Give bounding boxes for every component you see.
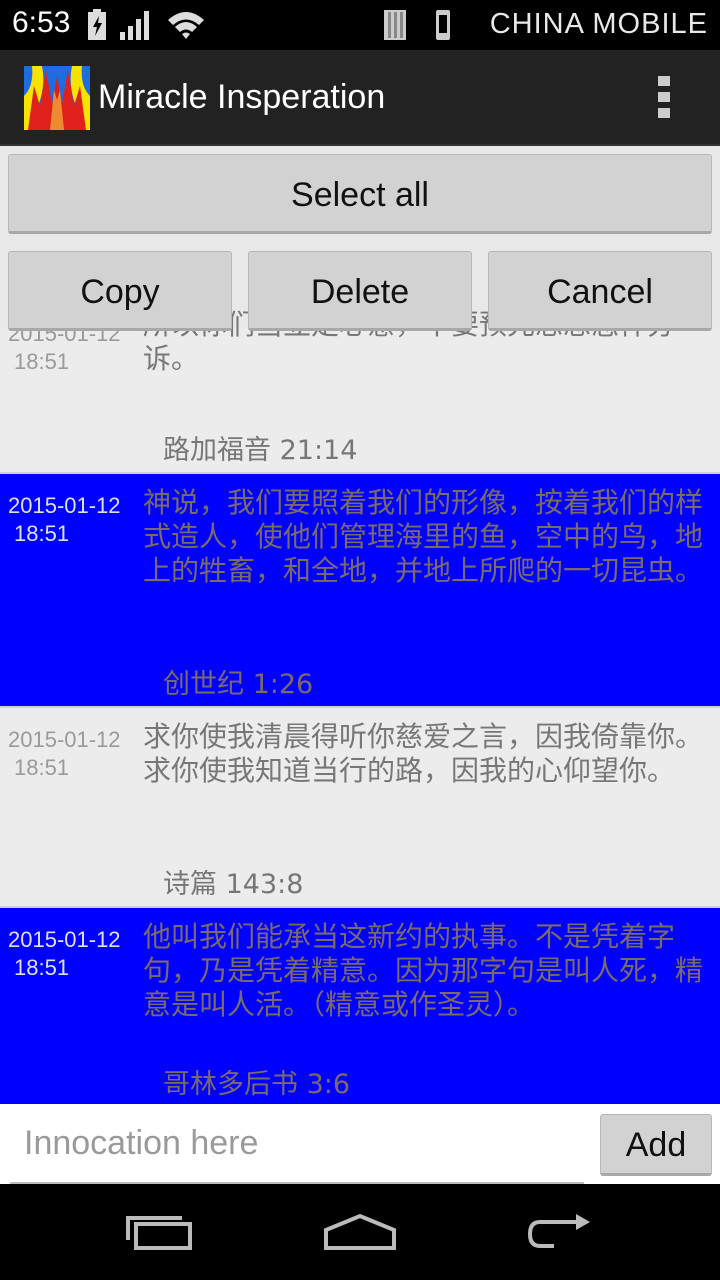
app-logo-icon[interactable]: [24, 66, 90, 130]
back-icon[interactable]: [526, 1212, 594, 1252]
entry-date: 2015-01-12: [8, 493, 121, 518]
recent-apps-icon[interactable]: [122, 1212, 194, 1252]
invocation-input[interactable]: [10, 1104, 584, 1184]
delete-button[interactable]: Delete: [248, 251, 472, 331]
entry-time: 18:51: [14, 755, 70, 780]
overflow-menu-icon[interactable]: [655, 76, 673, 122]
list-item[interactable]: 2015-01-12 18:51 求你使我清晨得听你慈爱之言，因我倚靠你。求你使…: [0, 708, 720, 908]
add-button[interactable]: Add: [600, 1114, 712, 1176]
action-bar: Miracle Insperation: [0, 50, 720, 146]
entry-reference: 创世纪 1:26: [163, 669, 314, 700]
verse-list[interactable]: 2015-01-12 18:51 所以你们当立定心意，不要预先思想怎样分诉。 路…: [0, 308, 720, 1108]
cancel-button[interactable]: Cancel: [488, 251, 712, 331]
status-bar: 6:53 CHINA MOBILE: [0, 0, 720, 50]
entry-date: 2015-01-12: [8, 727, 121, 752]
home-icon[interactable]: [322, 1212, 398, 1252]
app-title: Miracle Insperation: [98, 78, 386, 116]
entry-time: 18:51: [14, 955, 70, 980]
entry-reference: 诗篇 143:8: [163, 869, 304, 900]
status-time: 6:53: [12, 6, 71, 39]
entry-timestamp: 2015-01-12 18:51: [8, 726, 132, 782]
entry-timestamp: 2015-01-12 18:51: [8, 492, 132, 548]
copy-button[interactable]: Copy: [8, 251, 232, 331]
entry-date: 2015-01-12: [8, 927, 121, 952]
entry-time: 18:51: [14, 521, 70, 546]
sim-card-icon: [384, 10, 406, 40]
signal-icon: [120, 11, 149, 40]
battery-charging-icon: [88, 9, 106, 40]
entry-reference: 路加福音 21:14: [163, 435, 358, 466]
carrier-name: CHINA MOBILE: [489, 8, 708, 40]
list-item[interactable]: 2015-01-12 18:51 神说，我们要照着我们的形像，按着我们的样式造人…: [0, 474, 720, 708]
content-area: 2015-01-12 18:51 所以你们当立定心意，不要预先思想怎样分诉。 路…: [0, 146, 720, 1184]
entry-time: 18:51: [14, 349, 70, 374]
input-bar: Add: [0, 1104, 720, 1184]
entry-reference: 哥林多后书 3:6: [163, 1069, 351, 1100]
wifi-icon: [168, 12, 204, 39]
select-all-button[interactable]: Select all: [8, 154, 712, 234]
vibrate-icon: [436, 10, 450, 40]
entry-text: 他叫我们能承当这新约的执事。不是凭着字句，乃是凭着精意。因为那字句是叫人死，精意…: [143, 920, 704, 1021]
list-item[interactable]: 2015-01-12 18:51 他叫我们能承当这新约的执事。不是凭着字句，乃是…: [0, 908, 720, 1108]
entry-timestamp: 2015-01-12 18:51: [8, 926, 132, 982]
navigation-bar: [0, 1184, 720, 1280]
entry-text: 神说，我们要照着我们的形像，按着我们的样式造人，使他们管理海里的鱼，空中的鸟，地…: [143, 486, 704, 587]
entry-text: 求你使我清晨得听你慈爱之言，因我倚靠你。求你使我知道当行的路，因我的心仰望你。: [143, 720, 704, 787]
list-item[interactable]: 2015-01-12 18:51 所以你们当立定心意，不要预先思想怎样分诉。 路…: [0, 308, 720, 474]
